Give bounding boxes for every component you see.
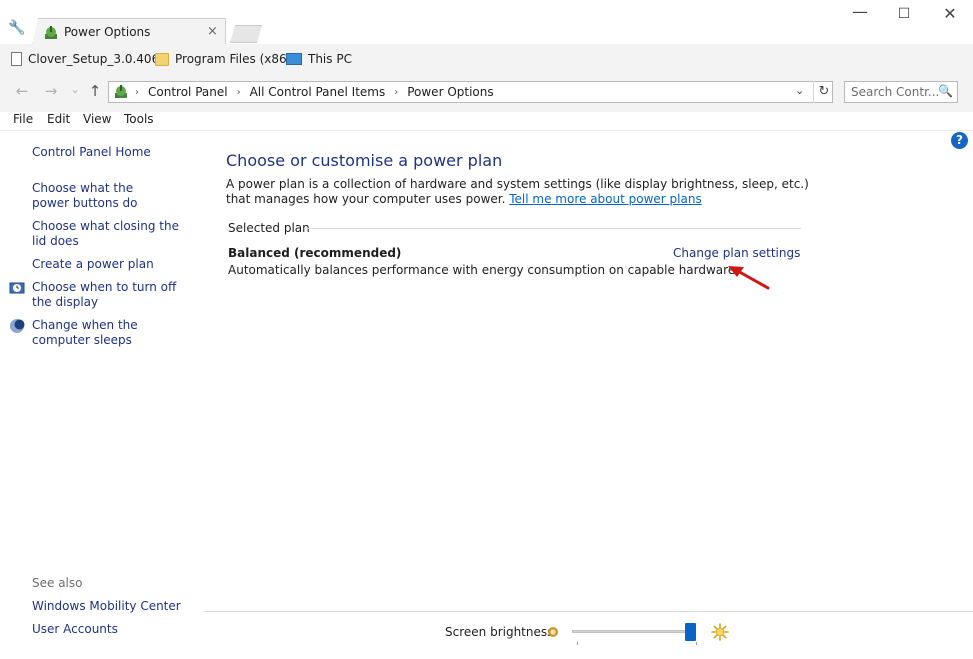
up-arrow-icon[interactable]: ↑ (85, 82, 105, 100)
file-icon (11, 52, 22, 66)
tab-close-icon[interactable]: × (207, 24, 218, 39)
sidebar-control-panel-home[interactable]: Control Panel Home (32, 145, 192, 160)
brightness-slider-track[interactable] (572, 630, 694, 633)
menu-tools[interactable]: Tools (124, 112, 154, 126)
sidebar-power-buttons[interactable]: Choose what the power buttons do (32, 181, 172, 211)
recent-locations-icon[interactable]: ⌄ (65, 83, 85, 96)
selected-plan-label: Selected plan (228, 221, 310, 235)
brightness-slider-fill (573, 631, 693, 632)
breadcrumb-separator: › (236, 86, 241, 98)
close-window-icon[interactable]: ✕ (940, 4, 960, 23)
bookmark-this-pc[interactable]: This PC (286, 51, 352, 67)
page-description: A power plan is a collection of hardware… (226, 177, 826, 207)
brightness-label: Screen brightness: (445, 625, 558, 639)
sidebar-computer-sleeps[interactable]: Change when the computer sleeps (32, 318, 187, 348)
menu-file[interactable]: File (13, 112, 33, 126)
page-title: Choose or customise a power plan (226, 151, 503, 170)
sidebar-turn-off-display[interactable]: Choose when to turn off the display (32, 280, 187, 310)
plan-name: Balanced (recommended) (228, 246, 402, 260)
slider-tick (696, 642, 697, 645)
address-bar[interactable]: › Control Panel › All Control Panel Item… (108, 81, 833, 103)
folder-icon (155, 52, 169, 66)
chevron-down-icon[interactable]: ⌄ (795, 84, 804, 97)
tab-strip: 🔧 Power Options × — ☐ ✕ (0, 0, 973, 46)
minimize-icon[interactable]: — (850, 2, 870, 21)
sidebar-user-accounts[interactable]: User Accounts (32, 622, 192, 637)
bright-sun-icon (711, 623, 729, 641)
breadcrumb-all-items[interactable]: All Control Panel Items (250, 85, 386, 99)
bookmark-label: This PC (308, 52, 352, 66)
new-tab-button[interactable] (230, 25, 262, 43)
maximize-icon[interactable]: ☐ (894, 6, 914, 22)
search-input[interactable] (851, 83, 939, 101)
breadcrumb-separator: › (394, 86, 399, 98)
tab-power-options[interactable]: Power Options × (32, 18, 226, 46)
breadcrumb-separator: › (135, 86, 139, 98)
sidebar-closing-lid[interactable]: Choose what closing the lid does (32, 219, 182, 249)
plan-description: Automatically balances performance with … (228, 263, 740, 277)
back-arrow-icon[interactable]: ← (12, 82, 32, 100)
search-box[interactable]: 🔍 (844, 81, 958, 103)
menu-view[interactable]: View (83, 112, 111, 126)
slider-tick (577, 642, 578, 645)
footer-divider (203, 611, 973, 612)
computer-icon (286, 53, 302, 65)
menu-bar: File Edit View Tools (0, 112, 973, 131)
annotation-arrow-icon (728, 266, 770, 290)
power-options-icon (45, 26, 57, 39)
navigation-bar: ← → ⌄ ↑ › Control Panel › All Control Pa… (0, 72, 973, 112)
tab-title: Power Options (64, 25, 151, 39)
sidebar-mobility-center[interactable]: Windows Mobility Center (32, 599, 192, 614)
breadcrumb-control-panel[interactable]: Control Panel (148, 85, 228, 99)
bookmark-label: Clover_Setup_3.0.406 (28, 52, 160, 66)
menu-edit[interactable]: Edit (47, 112, 70, 126)
display-timer-icon (9, 282, 25, 294)
group-divider (304, 228, 801, 229)
help-icon[interactable]: ? (951, 132, 968, 149)
see-also-label: See also (32, 576, 83, 590)
change-plan-settings-link[interactable]: Change plan settings (673, 246, 800, 260)
sleep-moon-icon (10, 319, 25, 333)
search-icon[interactable]: 🔍 (938, 84, 953, 98)
refresh-icon[interactable]: ↻ (813, 81, 834, 103)
bookmarks-bar: Clover_Setup_3.0.406 Program Files (x86)… (0, 44, 973, 73)
learn-more-link[interactable]: Tell me more about power plans (509, 192, 701, 206)
bookmark-clover-setup[interactable]: Clover_Setup_3.0.406 (11, 51, 159, 67)
brightness-slider-thumb[interactable] (685, 623, 696, 641)
bookmark-label: Program Files (x86) (175, 52, 292, 66)
breadcrumb-power-options[interactable]: Power Options (407, 85, 493, 99)
control-panel-icon (115, 85, 127, 98)
forward-arrow-icon[interactable]: → (41, 82, 61, 100)
bookmark-program-files[interactable]: Program Files (x86) (155, 51, 291, 67)
dim-brightness-icon (548, 627, 558, 637)
wrench-icon[interactable]: 🔧 (8, 20, 25, 36)
sidebar-create-plan[interactable]: Create a power plan (32, 257, 192, 272)
